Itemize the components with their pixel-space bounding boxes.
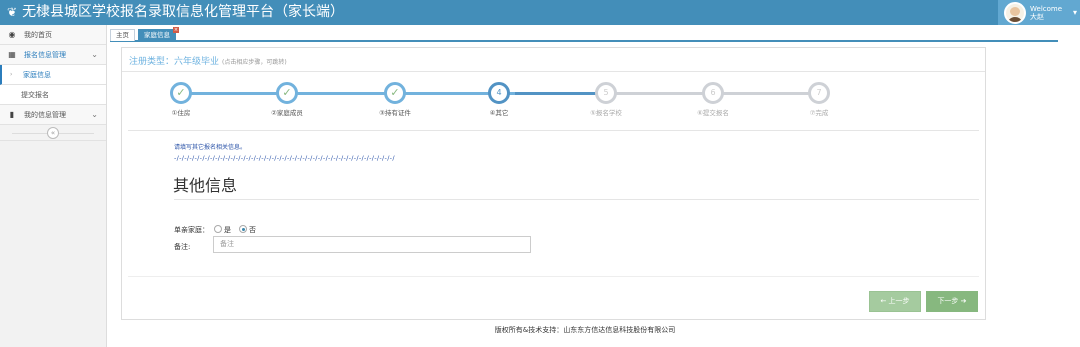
remark-input[interactable]: 备注 <box>213 236 531 253</box>
next-step-button[interactable]: 下一步 ➔ <box>926 291 978 312</box>
sidebar-item-family-info[interactable]: › 家庭信息 <box>0 65 106 85</box>
step-7[interactable]: 7 <box>808 82 830 104</box>
step-4[interactable]: 4 <box>488 82 510 104</box>
sidebar-item-label: 报名信息管理 <box>24 50 66 59</box>
step-label-1: ①住房 <box>171 109 191 117</box>
user-menu[interactable]: Welcome 大赵 ▾ <box>998 0 1080 25</box>
username: 大赵 <box>1030 12 1044 21</box>
step-number: 4 <box>496 88 502 97</box>
sidebar-item-submit[interactable]: 提交报名 <box>0 85 106 105</box>
remark-label: 备注: <box>174 243 191 251</box>
divider <box>128 130 979 131</box>
main-panel: 注册类型：六年级毕业 (点击相应步骤，可跳转) ✓ ✓ ✓ 4 5 6 7 ①住房… <box>121 47 986 320</box>
button-label: 上一步 <box>888 297 910 305</box>
step-hint: (点击相应步骤，可跳转) <box>222 59 287 66</box>
radio-label: 否 <box>249 226 256 234</box>
caret-down-icon: ▾ <box>1073 8 1078 17</box>
film-icon: ▦ <box>8 50 16 59</box>
top-navbar: ❦ 无棣县城区学校报名录取信息化管理平台（家长端） Welcome 大赵 ▾ <box>0 0 1080 25</box>
sidebar-collapse: « <box>0 125 106 141</box>
radio-circle[interactable] <box>214 225 222 233</box>
step-6[interactable]: 6 <box>702 82 724 104</box>
tachometer-icon: ◉ <box>8 30 16 39</box>
step-label-7: ⑦完成 <box>809 109 829 117</box>
single-parent-radio-group: 是 否 <box>214 225 256 235</box>
tab-bar: 主页 家庭信息 × <box>110 27 1058 42</box>
app-title: 无棣县城区学校报名录取信息化管理平台（家长端） <box>22 4 345 20</box>
prev-step-button[interactable]: ← 上一步 <box>869 291 921 312</box>
tab-label: 家庭信息 <box>144 31 170 39</box>
tab-family-info[interactable]: 家庭信息 × <box>138 27 179 41</box>
sidebar-item-home[interactable]: ◉ 我的首页 <box>0 25 106 45</box>
step-5[interactable]: 5 <box>595 82 617 104</box>
check-icon: ✓ <box>390 86 400 99</box>
sidebar-item-registration[interactable]: ▦ 报名信息管理 ⌄ <box>0 45 106 65</box>
sidebar-item-label: 我的首页 <box>24 30 52 39</box>
page-title: 注册类型：六年级毕业 (点击相应步骤，可跳转) <box>129 54 287 67</box>
step-number: 6 <box>710 88 716 97</box>
registration-type: 注册类型：六年级毕业 <box>129 57 220 67</box>
step-label-2: ②家庭成员 <box>271 109 303 117</box>
arrow-right-icon: ➔ <box>960 297 967 305</box>
step-1[interactable]: ✓ <box>170 82 192 104</box>
book-icon: ▮ <box>9 110 15 119</box>
step-number: 7 <box>816 88 822 97</box>
step-label-5: ⑤报名学校 <box>590 109 622 117</box>
tab-home[interactable]: 主页 <box>110 29 135 41</box>
radio-no[interactable]: 否 <box>239 225 256 235</box>
sidebar: ◉ 我的首页 ▦ 报名信息管理 ⌄ › 家庭信息 提交报名 ▮ 我的信息管理 ⌄… <box>0 25 107 347</box>
instruction-text: 请填写其它报名相关信息。 <box>174 144 247 151</box>
tab-label: 主页 <box>116 31 129 39</box>
sidebar-item-label: 提交报名 <box>21 90 49 99</box>
brand[interactable]: ❦ 无棣县城区学校报名录取信息化管理平台（家长端） <box>7 3 344 21</box>
wizard-steps: ✓ ✓ ✓ 4 5 6 7 ①住房 ②家庭成员 ③持有证件 ④其它 ⑤报名学校 … <box>122 75 987 120</box>
section-title: 其他信息 <box>173 176 238 195</box>
divider <box>128 276 979 277</box>
step-3[interactable]: ✓ <box>384 82 406 104</box>
step-label-4: ④其它 <box>489 109 509 117</box>
double-angle-left-icon[interactable]: « <box>47 127 59 139</box>
divider <box>122 71 985 72</box>
welcome-text: Welcome <box>1030 4 1063 13</box>
chevron-down-icon: ⌄ <box>91 110 98 119</box>
leaf-icon: ❦ <box>7 5 18 19</box>
radio-label: 是 <box>224 226 231 234</box>
button-label: 下一步 <box>937 297 959 305</box>
sidebar-item-my-info[interactable]: ▮ 我的信息管理 ⌄ <box>0 105 106 125</box>
angle-right-icon: › <box>10 71 13 78</box>
step-progress-current <box>515 92 605 95</box>
check-icon: ✓ <box>176 86 186 99</box>
user-info: Welcome 大赵 <box>1030 5 1062 21</box>
avatar <box>1004 1 1026 24</box>
step-progress-done <box>182 92 515 95</box>
dashed-separator: -/-/-/-/-/-/-/-/-/-/-/-/-/-/-/-/-/-/-/-/… <box>174 154 395 162</box>
close-icon[interactable]: × <box>173 27 179 33</box>
step-label-3: ③持有证件 <box>379 109 411 117</box>
check-icon: ✓ <box>282 86 292 99</box>
divider <box>174 199 979 200</box>
sidebar-item-label: 我的信息管理 <box>24 110 66 119</box>
single-parent-label: 单亲家庭： <box>174 226 209 234</box>
arrow-left-icon: ← <box>880 297 887 305</box>
radio-circle-checked[interactable] <box>239 225 247 233</box>
step-label-6: ⑥提交报名 <box>697 109 729 117</box>
step-2[interactable]: ✓ <box>276 82 298 104</box>
sidebar-item-label: 家庭信息 <box>23 70 51 79</box>
footer-copyright: 版权所有&技术支持：山东东方信达信息科技股份有限公司 <box>494 326 676 334</box>
radio-yes[interactable]: 是 <box>214 225 231 235</box>
chevron-down-icon: ⌄ <box>91 50 98 59</box>
step-number: 5 <box>603 88 609 97</box>
